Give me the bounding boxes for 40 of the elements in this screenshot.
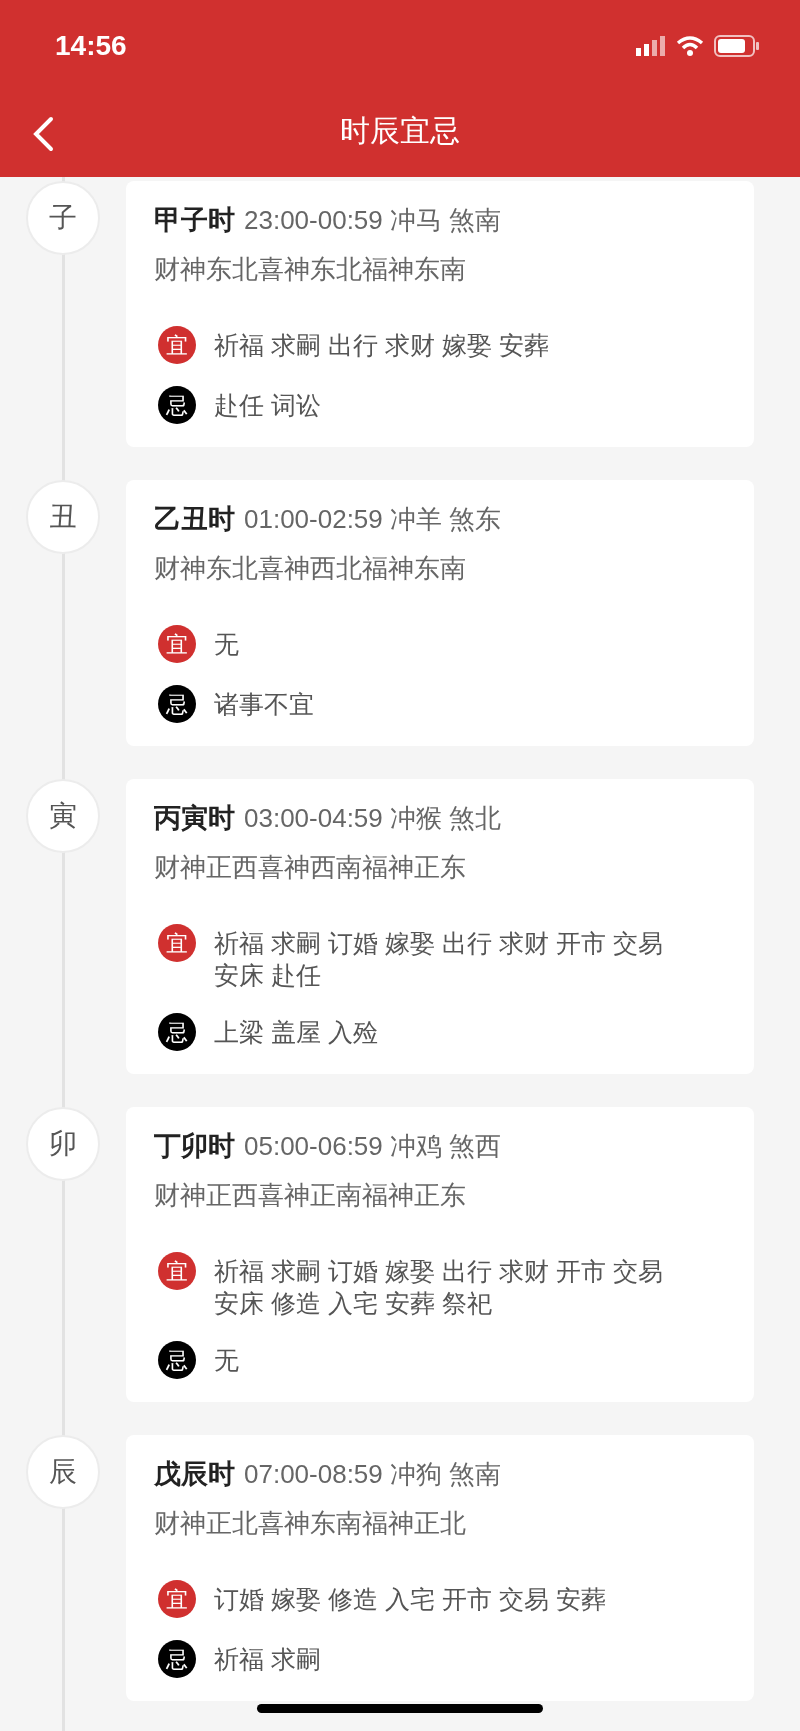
avoid-badge: 忌 <box>158 386 196 424</box>
avoid-badge: 忌 <box>158 1013 196 1051</box>
activity-list: 上梁 盖屋 入殓 <box>214 1016 378 1048</box>
activity-list: 无 <box>214 1344 239 1376</box>
hour-name: 乙丑时 <box>154 502 235 536</box>
hour-detail: 03:00-04:59 冲猴 煞北 <box>244 801 502 835</box>
hour-detail: 23:00-00:59 冲马 煞南 <box>244 203 502 237</box>
suitable-badge: 宜 <box>158 1252 196 1290</box>
signal-icon <box>636 36 666 56</box>
gods-directions: 财神正西喜神正南福神正东 <box>154 1179 467 1211</box>
page-title: 时辰宜忌 <box>340 113 460 149</box>
battery-icon <box>714 35 760 57</box>
gods-directions: 财神东北喜神西北福神东南 <box>154 552 467 584</box>
hour-name: 戊辰时 <box>154 1457 235 1491</box>
activity-list: 赴任 词讼 <box>214 389 321 421</box>
hour-detail: 05:00-06:59 冲鸡 煞西 <box>244 1129 502 1163</box>
hour-name: 丁卯时 <box>154 1129 235 1163</box>
suitable-badge: 宜 <box>158 924 196 962</box>
activity-list: 订婚 嫁娶 修造 入宅 开市 交易 安葬 <box>214 1583 606 1615</box>
activity-list: 祈福 求嗣 <box>214 1643 321 1675</box>
suitable-badge: 宜 <box>158 1580 196 1618</box>
avoid-badge: 忌 <box>158 1640 196 1678</box>
status-time: 14:56 <box>55 29 127 63</box>
gods-directions: 财神正西喜神西南福神正东 <box>154 851 467 883</box>
wifi-icon <box>676 36 704 56</box>
hour-name: 丙寅时 <box>154 801 235 835</box>
avoid-badge: 忌 <box>158 1341 196 1379</box>
activity-list: 诸事不宜 <box>214 688 314 720</box>
activity-list: 无 <box>214 628 239 660</box>
suitable-badge: 宜 <box>158 326 196 364</box>
avoid-badge: 忌 <box>158 685 196 723</box>
hour-detail: 01:00-02:59 冲羊 煞东 <box>244 502 502 536</box>
hour-name: 甲子时 <box>154 203 235 237</box>
activity-list: 祈福 求嗣 订婚 嫁娶 出行 求财 开市 交易安床 赴任 <box>214 927 684 991</box>
hour-detail: 07:00-08:59 冲狗 煞南 <box>244 1457 502 1491</box>
activity-list: 祈福 求嗣 出行 求财 嫁娶 安葬 <box>214 329 549 361</box>
gods-directions: 财神正北喜神东南福神正北 <box>154 1507 467 1539</box>
gods-directions: 财神东北喜神东北福神东南 <box>154 253 467 285</box>
activity-list: 祈福 求嗣 订婚 嫁娶 出行 求财 开市 交易安床 修造 入宅 安葬 祭祀 <box>214 1255 684 1319</box>
suitable-badge: 宜 <box>158 625 196 663</box>
